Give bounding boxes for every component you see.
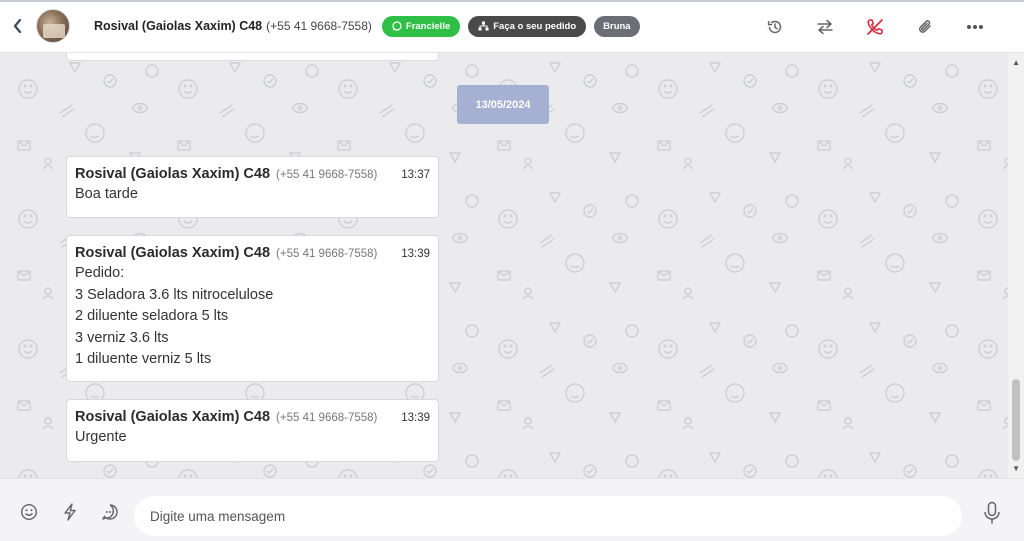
end-call-button[interactable] (850, 0, 900, 53)
avatar[interactable] (36, 9, 70, 43)
message-time: 13:37 (401, 169, 430, 181)
message-text: Urgente (75, 429, 127, 445)
chat-header: Rosival (Gaiolas Xaxim) C48 (+55 41 9668… (0, 0, 1024, 53)
message-text: 1 diluente verniz 5 lts (75, 351, 212, 368)
tag-label: Bruna (603, 20, 631, 32)
tag-label: Francielle (405, 20, 451, 32)
sender-name: Rosival (Gaiolas Xaxim) C48 (75, 409, 271, 425)
history-button[interactable] (750, 0, 800, 53)
message-header: Rosival (Gaiolas Xaxim) C48 (+55 41 9668… (75, 409, 430, 425)
message-header: Rosival (Gaiolas Xaxim) C48 (+55 41 9668… (75, 245, 430, 261)
previous-message-bubble (66, 53, 439, 61)
emoji-button[interactable] (20, 503, 38, 521)
lightning-icon (64, 503, 76, 521)
emoji-icon (20, 503, 38, 521)
tag-bruna[interactable]: Bruna (594, 15, 640, 37)
history-icon (767, 20, 782, 33)
message-text: 2 diluente seladora 5 lts (75, 308, 229, 325)
transfer-button[interactable] (800, 0, 850, 53)
date-separator: 13/05/2024 (457, 85, 549, 124)
sender-phone: (+55 41 9668-7558) (276, 412, 378, 424)
quick-reply-icon (102, 504, 118, 520)
message-bubble[interactable]: Rosival (Gaiolas Xaxim) C48 (+55 41 9668… (66, 399, 439, 462)
tag-label: Faça o seu pedido (493, 20, 577, 32)
message-composer (0, 478, 1024, 541)
message-text: 3 Seladora 3.6 lts nitrocelulose (75, 286, 274, 303)
attachment-icon (918, 19, 931, 33)
sitemap-icon (478, 21, 489, 31)
tag-francielle[interactable]: Francielle (381, 15, 461, 37)
sender-phone: (+55 41 9668-7558) (276, 248, 378, 260)
quick-reply-button[interactable] (101, 503, 119, 521)
header-actions (750, 0, 1000, 53)
message-text: 3 verniz 3.6 lts (75, 329, 169, 346)
scroll-thumb[interactable] (1012, 379, 1020, 461)
contact-phone: (+55 41 9668-7558) (266, 19, 372, 33)
sender-name: Rosival (Gaiolas Xaxim) C48 (75, 245, 271, 261)
microphone-button[interactable] (982, 501, 1002, 525)
chat-window: Rosival (Gaiolas Xaxim) C48 (+55 41 9668… (0, 0, 1024, 541)
message-time: 13:39 (401, 412, 430, 424)
message-bubble[interactable]: Rosival (Gaiolas Xaxim) C48 (+55 41 9668… (66, 235, 439, 382)
message-input[interactable] (134, 496, 962, 536)
tag-faca-o-seu-pedido[interactable]: Faça o seu pedido (468, 15, 587, 37)
message-list[interactable]: 13/05/2024 Rosival (Gaiolas Xaxim) C48 (… (0, 53, 1024, 478)
chat-scrollbar[interactable]: ▲ ▼ (1008, 53, 1024, 478)
quick-action-button[interactable] (61, 503, 79, 521)
end-call-icon (867, 18, 883, 35)
back-button[interactable] (0, 0, 36, 53)
contact-name[interactable]: Rosival (Gaiolas Xaxim) C48 (94, 19, 262, 33)
message-text: Boa tarde (75, 186, 138, 202)
message-time: 13:39 (401, 248, 430, 260)
scroll-down-arrow-icon[interactable]: ▼ (1012, 464, 1020, 473)
sender-name: Rosival (Gaiolas Xaxim) C48 (75, 166, 271, 182)
sender-phone: (+55 41 9668-7558) (276, 169, 378, 181)
more-icon (967, 24, 983, 29)
chevron-left-icon (13, 19, 22, 33)
whatsapp-icon (392, 21, 402, 31)
message-text: Pedido: (75, 265, 125, 281)
transfer-icon (817, 19, 833, 34)
message-header: Rosival (Gaiolas Xaxim) C48 (+55 41 9668… (75, 166, 430, 182)
attachment-button[interactable] (900, 0, 950, 53)
microphone-icon (984, 501, 1000, 524)
more-button[interactable] (950, 0, 1000, 53)
scroll-up-arrow-icon[interactable]: ▲ (1012, 58, 1020, 67)
message-bubble[interactable]: Rosival (Gaiolas Xaxim) C48 (+55 41 9668… (66, 156, 439, 218)
